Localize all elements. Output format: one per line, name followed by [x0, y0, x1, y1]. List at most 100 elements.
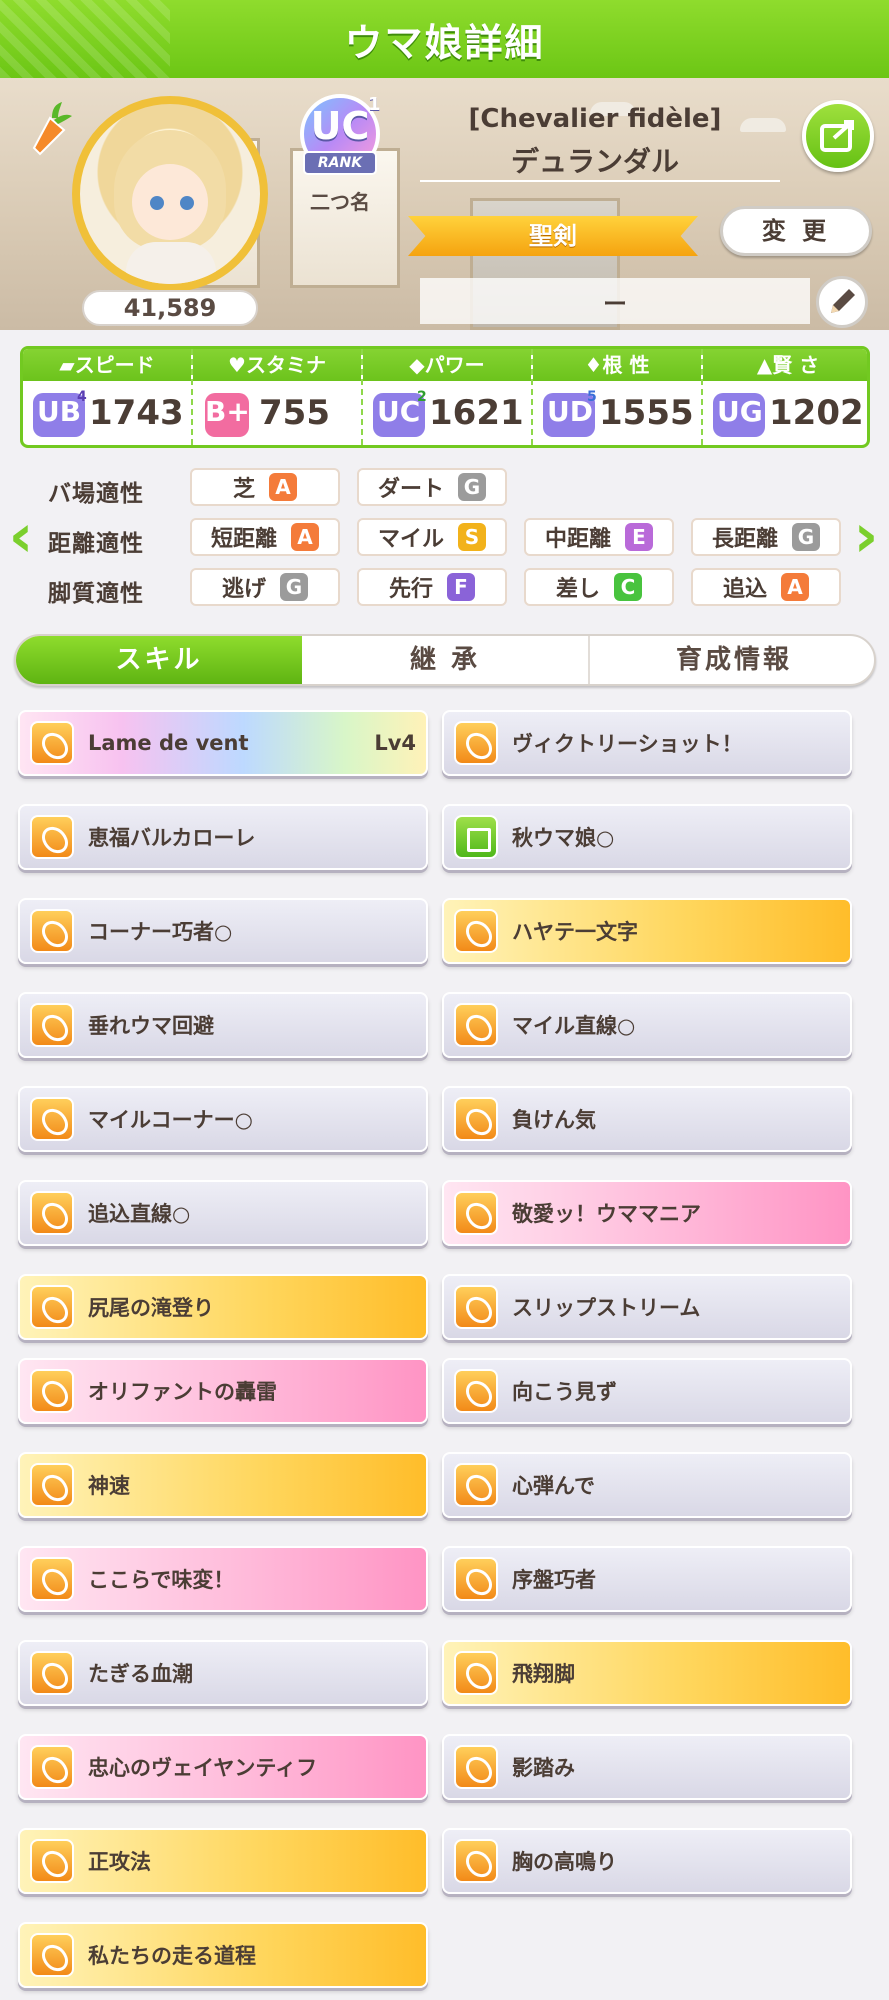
skill-icon — [454, 1839, 498, 1883]
skill-item[interactable]: 垂れウマ回避 — [18, 992, 428, 1058]
skill-item[interactable]: 秋ウマ娘○ — [442, 804, 852, 870]
skill-name: スリップストリーム — [512, 1296, 701, 1320]
memo-field[interactable]: ー — [420, 284, 810, 319]
tab-inheritance[interactable]: 継 承 — [302, 636, 590, 684]
stat-power-value: 1621 — [429, 393, 524, 433]
skill-item[interactable]: 私たちの走る道程 — [18, 1922, 428, 1988]
skill-icon — [454, 1557, 498, 1601]
skill-item[interactable]: マイル直線○ — [442, 992, 852, 1058]
stat-guts-label: ♦根 性 — [533, 349, 701, 381]
character-portrait[interactable] — [72, 96, 268, 292]
aptitude-chip-turf: 芝A — [190, 468, 340, 506]
skill-item[interactable]: オリファントの轟雷 — [18, 1358, 428, 1424]
skill-name: 正攻法 — [88, 1850, 151, 1874]
skill-name: ヴィクトリーショット！ — [512, 732, 743, 756]
skill-item[interactable]: コーナー巧者○ — [18, 898, 428, 964]
stat-speed-grade: UB — [37, 395, 82, 428]
aptitude-chip-front-runner: 逃げ G — [190, 568, 340, 606]
edit-memo-button[interactable] — [816, 276, 868, 328]
skill-item[interactable]: 負けん気 — [442, 1086, 852, 1152]
skill-icon — [30, 721, 74, 765]
skill-name: ハヤテ一文字 — [512, 920, 638, 944]
skill-item[interactable]: マイルコーナー○ — [18, 1086, 428, 1152]
skill-icon — [30, 1557, 74, 1601]
stat-power-label: ◆パワー — [363, 349, 531, 381]
epithet: [Chevalier fidèle] — [468, 104, 722, 134]
skill-icon — [30, 1933, 74, 1977]
skill-item[interactable]: 心弾んで — [442, 1452, 852, 1518]
skill-name: マイルコーナー○ — [88, 1108, 253, 1132]
skill-item[interactable]: 忠心のヴェイヤンティフ — [18, 1734, 428, 1800]
skill-icon — [454, 909, 498, 953]
skill-name: 序盤巧者 — [512, 1568, 596, 1592]
heart-icon: ♥ — [228, 353, 246, 377]
carrot-icon — [32, 102, 72, 156]
stat-wisdom-grade: UG — [717, 395, 763, 428]
character-name: デュランダル — [510, 145, 679, 178]
skill-item[interactable]: 恵福バルカローレ — [18, 804, 428, 870]
skill-item[interactable]: ヴィクトリーショット！ — [442, 710, 852, 776]
skill-name: Lame de vent — [88, 731, 249, 755]
skill-name: 尻尾の滝登り — [88, 1296, 214, 1320]
skill-item[interactable]: 影踏み — [442, 1734, 852, 1800]
aptitude-chip-end-closer: 追込 A — [691, 568, 841, 606]
skill-icon — [454, 1191, 498, 1235]
skill-name: 追込直線○ — [88, 1202, 191, 1226]
skill-icon — [30, 1651, 74, 1695]
change-title-button[interactable]: 変 更 — [720, 206, 872, 256]
aptitude-chip-medium: 中距離 E — [524, 518, 674, 556]
graduation-cap-icon: ▲ — [756, 353, 773, 377]
skill-name: マイル直線○ — [512, 1014, 636, 1038]
tab-skills[interactable]: スキル — [16, 636, 302, 684]
share-icon — [820, 120, 854, 152]
title-badge: 聖剣 — [408, 216, 698, 256]
skill-name: 向こう見ず — [512, 1380, 617, 1404]
aptitude-label-distance: 距離適性 — [48, 531, 144, 557]
stat-guts-value: 1555 — [599, 393, 694, 433]
rank-word: RANK — [317, 155, 363, 171]
skill-name: 秋ウマ娘○ — [512, 826, 615, 850]
stat-guts: ♦根 性 UD 5 1555 — [533, 349, 703, 445]
skill-item[interactable]: 正攻法 — [18, 1828, 428, 1894]
skill-item[interactable]: 飛翔脚 — [442, 1640, 852, 1706]
skill-icon — [30, 1463, 74, 1507]
skill-item[interactable]: 尻尾の滝登り — [18, 1274, 428, 1340]
skill-item[interactable]: 向こう見ず — [442, 1358, 852, 1424]
nickname-label[interactable]: 二つ名 — [290, 186, 390, 215]
share-button[interactable] — [802, 100, 874, 172]
aptitude-chip-late-surger: 差し C — [524, 568, 674, 606]
skill-item[interactable]: 敬愛ッ！ウママニア — [442, 1180, 852, 1246]
portrait-outfit — [126, 242, 216, 284]
shoe-icon: ▰ — [59, 353, 75, 377]
skill-name: たぎる血潮 — [88, 1662, 193, 1686]
skill-item[interactable]: ここらで味変！ — [18, 1546, 428, 1612]
aptitude-chip-mile: マイル S — [357, 518, 507, 556]
skill-name: 敬愛ッ！ウママニア — [512, 1202, 701, 1226]
skill-item[interactable]: Lame de vent Lv4 — [18, 710, 428, 776]
skill-item[interactable]: 序盤巧者 — [442, 1546, 852, 1612]
stat-speed-label: ▰スピード — [23, 349, 191, 381]
skill-name: ここらで味変！ — [88, 1568, 235, 1592]
skill-icon — [454, 1463, 498, 1507]
skill-item[interactable]: 追込直線○ — [18, 1180, 428, 1246]
stat-wisdom: ▲賢 さ UG 1202 — [703, 349, 867, 445]
skill-item[interactable]: 神速 — [18, 1452, 428, 1518]
stat-power: ◆パワー UC 2 1621 — [363, 349, 533, 445]
skill-item[interactable]: ハヤテ一文字 — [442, 898, 852, 964]
skill-icon — [30, 1003, 74, 1047]
skill-name: コーナー巧者○ — [88, 920, 233, 944]
skill-icon — [454, 1003, 498, 1047]
skill-item[interactable]: 胸の高鳴り — [442, 1828, 852, 1894]
tab-training-info[interactable]: 育成情報 — [590, 636, 874, 684]
skill-item[interactable]: スリップストリーム — [442, 1274, 852, 1340]
skill-name: 恵福バルカローレ — [88, 826, 256, 850]
stat-stamina-value: 755 — [259, 393, 330, 433]
skill-item[interactable]: たぎる血潮 — [18, 1640, 428, 1706]
header-pattern — [0, 0, 170, 78]
green-skill-icon — [454, 815, 498, 859]
aptitude-chip-long: 長距離 G — [691, 518, 841, 556]
fan-count: 41,589 — [82, 290, 258, 326]
tab-bar: スキル 継 承 育成情報 — [14, 634, 876, 686]
pencil-icon — [831, 289, 855, 313]
skill-name: 忠心のヴェイヤンティフ — [88, 1756, 318, 1780]
